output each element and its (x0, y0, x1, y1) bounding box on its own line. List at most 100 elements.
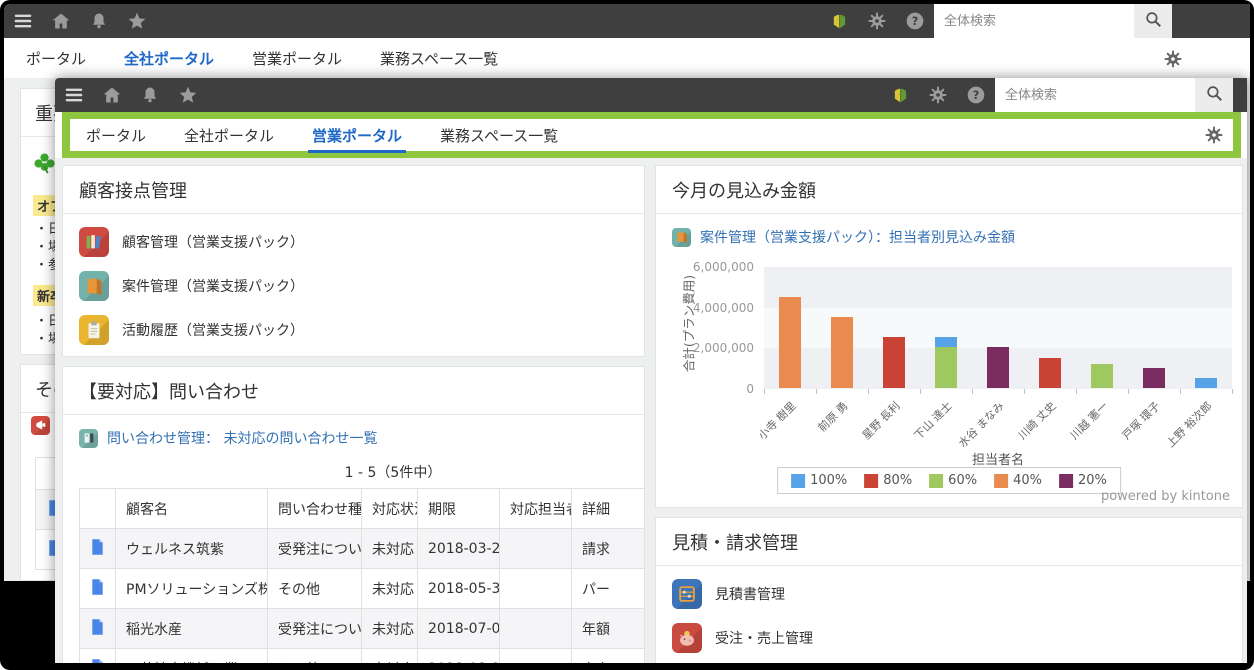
bar-前原 勇-40%[interactable] (831, 317, 853, 388)
legend-swatch (1059, 474, 1073, 488)
bar-上野 裕次郎-100%[interactable] (1195, 378, 1217, 388)
piggy-bank-icon (672, 623, 702, 653)
inquiries-title: 【要対応】問い合わせ (63, 367, 644, 415)
global-search (995, 78, 1233, 112)
tab-item[interactable]: ポータル (86, 125, 146, 146)
inquiry-table-head: 顧客名問い合わせ種別対応状況期限対応担当者詳細 (80, 489, 646, 529)
chart-y-axis-label: 合計(プラン費用) (679, 259, 698, 389)
app-link[interactable]: 顧客管理（営業支援パック） (63, 220, 644, 264)
app-link[interactable]: 受注・売上管理 (656, 616, 1242, 660)
right-column: 今月の見込み金額 案件管理（営業支援パック）：担当者別見込み金額 合計(プラン費… (655, 165, 1243, 663)
bar-川越 憲一-60%[interactable] (1091, 364, 1113, 388)
inquiry-column-header: 対応状況 (362, 489, 418, 529)
chart-legend: 100% 80% 60% 40% 20% (777, 467, 1121, 494)
record-document-icon[interactable] (80, 529, 116, 569)
app-label: 活動履歴（営業支援パック） (122, 320, 304, 340)
help-icon[interactable]: ? (957, 78, 995, 112)
portal-settings-gear-icon[interactable] (1164, 50, 1182, 72)
legend-item-80%[interactable]: 80% (864, 473, 912, 488)
megaphone-icon (31, 416, 50, 435)
hamburger-menu-icon[interactable] (55, 78, 93, 112)
favorites-star-icon[interactable] (118, 4, 156, 38)
clipboard-icon (79, 315, 109, 345)
bar-川崎 丈史-80%[interactable] (1039, 358, 1061, 389)
tab-active[interactable]: 全社ポータル (124, 48, 214, 69)
inquiry-table: 顧客名問い合わせ種別対応状況期限対応担当者詳細 ウェルネス筑紫受発注について未対… (79, 488, 645, 663)
bar-星野 長利-80%[interactable] (883, 337, 905, 388)
table-cell: 2018-08-15 (418, 649, 500, 664)
settings-gear-icon[interactable] (919, 78, 957, 112)
record-document-icon[interactable] (80, 609, 116, 649)
search-button[interactable] (1195, 78, 1233, 112)
legend-item-40%[interactable]: 40% (994, 473, 1042, 488)
beginner-guide-icon[interactable] (820, 4, 858, 38)
inquiry-link-label: 問い合わせ管理： 未対応の問い合わせ一覧 (107, 428, 377, 448)
legend-label: 60% (948, 473, 977, 488)
favorites-star-icon[interactable] (169, 78, 207, 112)
highlighted-tabbar: ポータル 全社ポータル 営業ポータル 業務スペース一覧 (62, 112, 1241, 158)
bar-戸塚 環子-20%[interactable] (1143, 368, 1165, 388)
notifications-bell-icon[interactable] (80, 4, 118, 38)
search-button[interactable] (1134, 4, 1172, 38)
help-icon[interactable]: ? (896, 4, 934, 38)
global-search-input[interactable] (995, 78, 1195, 112)
inquiry-column-header: 問い合わせ種別 (268, 489, 362, 529)
bar-小寺 樹里-40%[interactable] (779, 297, 801, 389)
legend-item-20%[interactable]: 20% (1059, 473, 1107, 488)
tab-item[interactable]: ポータル (26, 48, 86, 69)
legend-item-100%[interactable]: 100% (791, 473, 847, 488)
table-cell (500, 609, 572, 649)
table-cell: パー (572, 569, 646, 609)
table-cell (500, 569, 572, 609)
inquiry-list-link[interactable]: 問い合わせ管理： 未対応の問い合わせ一覧 (63, 415, 644, 450)
chart-x-tick-mark (1076, 389, 1077, 394)
chart-plot-area (764, 267, 1232, 389)
bar-下山 達士-100%[interactable] (935, 337, 957, 347)
folder-app-icon (672, 228, 691, 247)
record-document-icon[interactable] (80, 569, 116, 609)
legend-label: 20% (1078, 473, 1107, 488)
table-cell: ウェルネス筑紫 (116, 529, 268, 569)
chart-x-tick-mark (920, 389, 921, 394)
global-search-input[interactable] (934, 4, 1134, 38)
chart-watermark: powered by kintone (1101, 489, 1230, 504)
tab-item[interactable]: 業務スペース一覧 (380, 48, 498, 69)
app-link[interactable]: 見積書管理 (656, 572, 1242, 616)
app-link[interactable]: 案件管理（営業支援パック） (63, 264, 644, 308)
front-topbar: ? (55, 78, 1247, 112)
chart-x-tick-mark (1180, 389, 1181, 394)
record-document-icon[interactable] (80, 649, 116, 664)
settings-gear-icon[interactable] (858, 4, 896, 38)
table-cell: 未対応 (362, 649, 418, 664)
notifications-bell-icon[interactable] (131, 78, 169, 112)
search-icon (1205, 84, 1224, 106)
inquiry-table-body: ウェルネス筑紫受発注について未対応2018-03-29請求PMソリューションズ株… (80, 529, 646, 664)
table-cell: 2018-05-30 (418, 569, 500, 609)
chart-x-tick-mark (868, 389, 869, 394)
chart-x-tick-mark (816, 389, 817, 394)
bar-水谷 まなみ-20%[interactable] (987, 347, 1009, 388)
front-tabbar: ポータル 全社ポータル 営業ポータル 業務スペース一覧 (70, 119, 1233, 151)
legend-swatch (994, 474, 1008, 488)
tab-item[interactable]: 業務スペース一覧 (440, 125, 558, 146)
phone-app-icon (79, 429, 98, 448)
forecast-chart-link[interactable]: 案件管理（営業支援パック）：担当者別見込み金額 (656, 214, 1242, 249)
app-link[interactable]: 活動履歴（営業支援パック） (63, 308, 644, 352)
tab-item[interactable]: 営業ポータル (252, 48, 342, 69)
table-cell: 未対応 (362, 529, 418, 569)
legend-swatch (791, 474, 805, 488)
home-icon[interactable] (42, 4, 80, 38)
legend-item-60%[interactable]: 60% (929, 473, 977, 488)
inquiry-column-header: 顧客名 (116, 489, 268, 529)
chart-y-tick-label: 0 (656, 382, 754, 396)
bar-下山 達士-60%[interactable] (935, 347, 957, 388)
home-icon[interactable] (93, 78, 131, 112)
books-icon (79, 227, 109, 257)
hamburger-menu-icon[interactable] (4, 4, 42, 38)
tab-item[interactable]: 全社ポータル (184, 125, 274, 146)
customer-contact-card: 顧客接点管理 顧客管理（営業支援パック）案件管理（営業支援パック）活動履歴（営業… (62, 165, 645, 357)
billing-app-list: 見積書管理受注・売上管理 (656, 566, 1242, 663)
portal-settings-gear-icon[interactable] (1205, 126, 1223, 144)
tab-active[interactable]: 営業ポータル (312, 125, 402, 146)
beginner-guide-icon[interactable] (881, 78, 919, 112)
